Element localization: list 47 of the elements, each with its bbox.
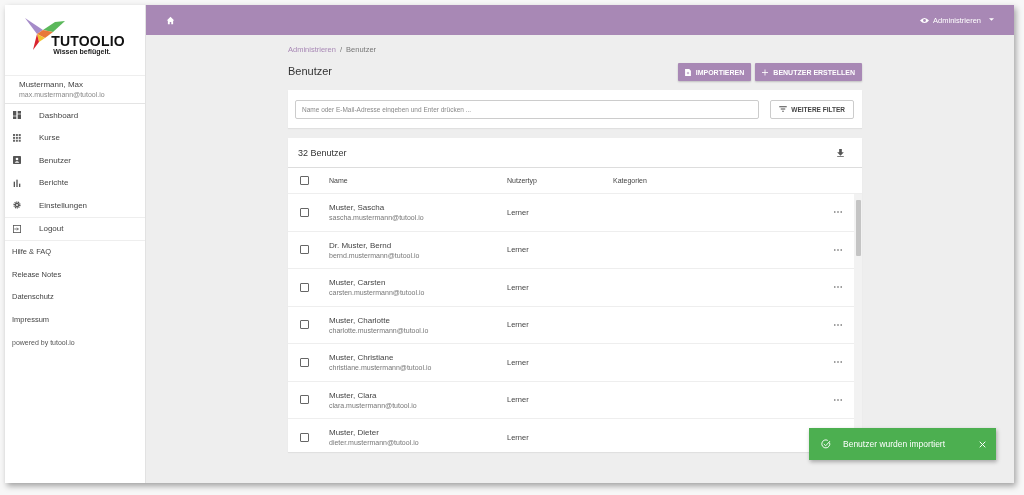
more-icon[interactable]: [834, 286, 842, 289]
sidebar-item[interactable]: Kurse: [5, 126, 145, 149]
user-name: Mustermann, Max: [19, 80, 85, 89]
eye-icon: [920, 16, 930, 24]
grid-icon: [13, 133, 21, 142]
sidebar-item[interactable]: Benutzer: [5, 149, 145, 172]
row-checkbox[interactable]: [300, 357, 309, 367]
user-name-cell-text: Muster, Charlotte: [329, 315, 391, 325]
contact-card-icon: [13, 156, 21, 165]
sidebar-item[interactable]: Berichte: [5, 171, 145, 194]
logo-wordmark: TUTOOLIO: [51, 34, 125, 48]
toast-message: Benutzer wurden importiert: [843, 439, 947, 449]
dashboard-icon: [13, 111, 21, 120]
user-name-cell-text: Muster, Clara: [329, 390, 378, 400]
more-icon[interactable]: [834, 248, 842, 251]
plus-icon: [762, 68, 769, 76]
user-name-cell-text: Muster, Carsten: [329, 278, 387, 288]
row-checkbox[interactable]: [300, 432, 309, 442]
download-icon[interactable]: [837, 148, 844, 157]
check-circle-icon: [821, 439, 831, 449]
logout-item[interactable]: Logout: [5, 217, 145, 241]
row-checkbox[interactable]: [300, 320, 309, 330]
row-checkbox[interactable]: [300, 245, 309, 255]
row-checkbox[interactable]: [300, 282, 309, 292]
close-icon[interactable]: [979, 440, 986, 448]
row-checkbox[interactable]: [300, 207, 309, 217]
user-name-cell-text: Muster, Dieter: [329, 428, 380, 438]
sidebar-item[interactable]: Dashboard: [5, 104, 145, 127]
more-icon[interactable]: [834, 398, 842, 401]
user-name-cell-text: Muster, Christiane: [329, 353, 395, 363]
more-icon[interactable]: [834, 211, 842, 214]
settings-icon: [13, 201, 21, 210]
more-icon[interactable]: [834, 361, 842, 364]
user-name-cell-text: Dr. Muster, Bernd: [329, 240, 393, 250]
sidebar-item[interactable]: Einstellungen: [5, 194, 145, 217]
file-icon: [684, 68, 691, 76]
more-icon[interactable]: [834, 323, 842, 326]
select-all-checkbox[interactable]: [300, 176, 309, 185]
row-checkbox[interactable]: [300, 395, 309, 405]
user-name-cell-text: Muster, Sascha: [329, 203, 386, 213]
user-count: 32 Benutzer: [298, 147, 347, 158]
logout-icon: [13, 224, 21, 233]
page-title: Benutzer: [288, 65, 333, 77]
caret-icon: [989, 18, 994, 22]
bar-chart-icon: [13, 178, 21, 187]
filter-icon: [779, 106, 788, 112]
home-icon[interactable]: [166, 15, 175, 25]
